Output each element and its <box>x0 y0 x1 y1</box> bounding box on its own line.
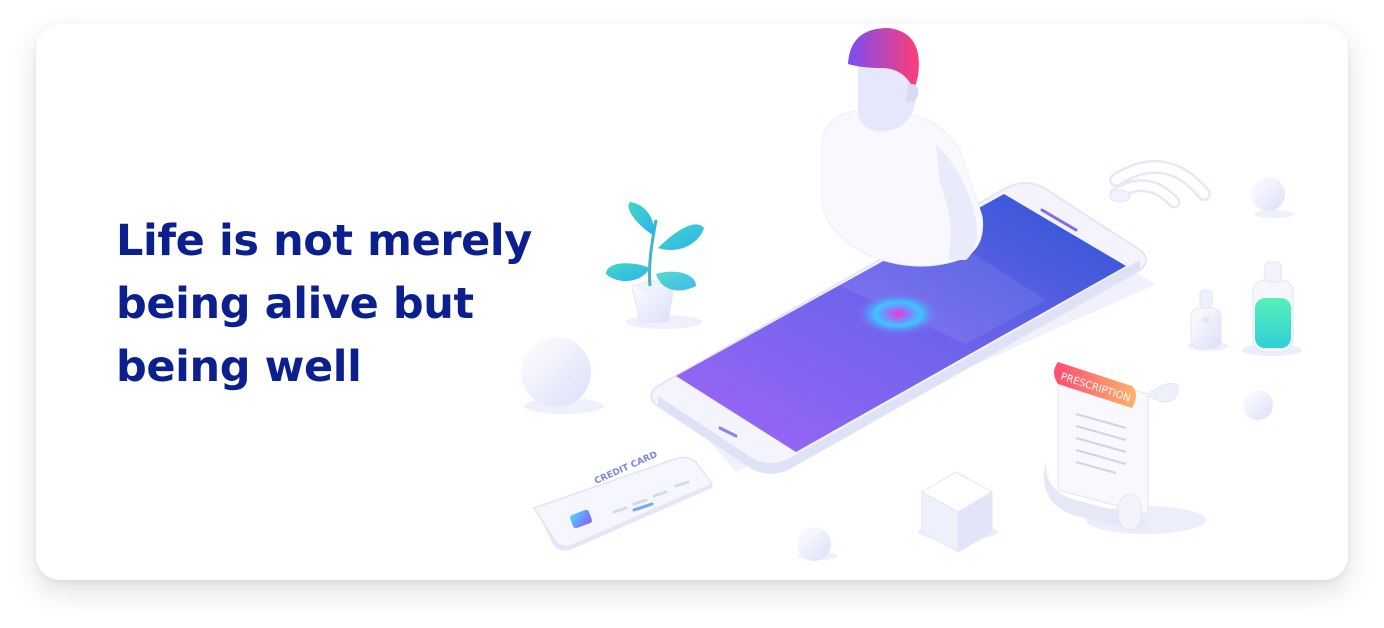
pill-bottle-icon <box>1188 289 1228 351</box>
hero-card: Life is not merely being alive but being… <box>36 24 1348 580</box>
bottle-icon <box>1242 261 1302 356</box>
credit-card-icon: CREDIT CARD <box>532 450 714 551</box>
person-avatar-icon <box>821 28 984 267</box>
plant-icon <box>606 202 704 329</box>
healthcare-illustration: PRESCRIPTION CREDIT CARD <box>521 28 1302 561</box>
prescription-icon: PRESCRIPTION <box>1044 362 1206 534</box>
cube-icon <box>918 471 998 553</box>
wifi-icon <box>1109 160 1211 209</box>
